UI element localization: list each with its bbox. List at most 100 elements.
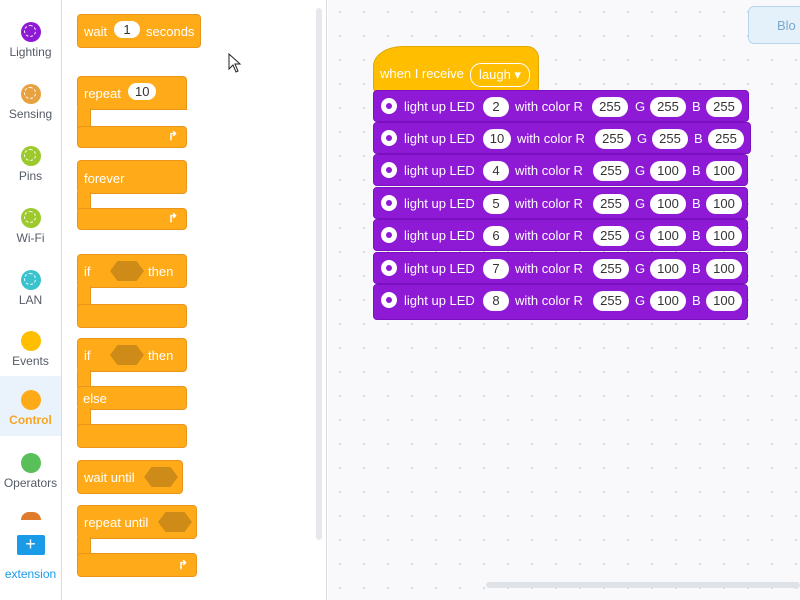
color-b-input[interactable]: 100 bbox=[706, 161, 742, 181]
light-up-led-block[interactable]: light up LED 8 with color R 255 G 100 B … bbox=[373, 284, 748, 320]
color-g-input[interactable]: 100 bbox=[650, 161, 686, 181]
light-up-led-block[interactable]: light up LED 10 with color R 255 G 255 B… bbox=[373, 122, 751, 154]
block-footer: ↱ bbox=[77, 208, 187, 230]
if-then-else-block[interactable]: if then bbox=[77, 338, 187, 372]
block-input[interactable]: 1 bbox=[114, 21, 140, 38]
category-pins[interactable]: Pins bbox=[0, 136, 61, 194]
color-b-input[interactable]: 100 bbox=[706, 291, 742, 311]
block-input[interactable]: 10 bbox=[128, 83, 157, 100]
category-sensing[interactable]: Sensing bbox=[0, 74, 61, 132]
led-number-input[interactable]: 10 bbox=[483, 129, 511, 149]
color-g-input[interactable]: 100 bbox=[650, 291, 686, 311]
category-lighting[interactable]: Lighting bbox=[0, 12, 61, 70]
color-g-input[interactable]: 255 bbox=[650, 97, 686, 117]
control-icon bbox=[20, 390, 41, 410]
color-b-input[interactable]: 255 bbox=[708, 129, 744, 149]
led-number-input[interactable]: 8 bbox=[483, 291, 509, 311]
category-lan[interactable]: LAN bbox=[0, 260, 61, 318]
color-r-input[interactable]: 255 bbox=[593, 226, 629, 246]
block-label: light up LED bbox=[404, 228, 475, 243]
wait-seconds-block[interactable]: wait 1 seconds bbox=[77, 14, 201, 48]
light-up-led-block[interactable]: light up LED 7 with color R 255 G 100 B … bbox=[373, 252, 748, 284]
plus-icon: + bbox=[16, 535, 45, 555]
workspace-scrollbar[interactable] bbox=[486, 582, 800, 588]
forever-block[interactable]: forever bbox=[77, 160, 187, 194]
color-r-input[interactable]: 255 bbox=[593, 291, 629, 311]
led-number-input[interactable]: 5 bbox=[483, 194, 509, 214]
loop-arrow-icon: ↱ bbox=[168, 211, 179, 225]
message-dropdown[interactable]: laugh ▾ bbox=[470, 63, 530, 87]
color-b-input[interactable]: 100 bbox=[706, 194, 742, 214]
block-footer bbox=[77, 424, 187, 448]
else-section: else bbox=[77, 386, 187, 410]
color-b-input[interactable]: 100 bbox=[706, 259, 742, 279]
block-label: seconds bbox=[146, 24, 195, 39]
operators-icon bbox=[20, 453, 41, 473]
color-g-input[interactable]: 100 bbox=[650, 259, 686, 279]
category-label: Operators bbox=[3, 476, 58, 490]
light-up-led-block[interactable]: light up LED 4 with color R 255 G 100 B … bbox=[373, 154, 748, 186]
color-r-input[interactable]: 255 bbox=[593, 194, 629, 214]
color-g-input[interactable]: 100 bbox=[650, 194, 686, 214]
events-icon bbox=[20, 331, 41, 351]
if-then-block[interactable]: if then bbox=[77, 254, 187, 288]
color-b-input[interactable]: 255 bbox=[706, 97, 742, 117]
block-label: if bbox=[84, 264, 91, 279]
category-control[interactable]: Control bbox=[0, 376, 61, 436]
repeat-block[interactable]: repeat 10 bbox=[77, 76, 187, 110]
wifi-icon bbox=[20, 208, 41, 228]
block-label: repeat bbox=[84, 86, 121, 101]
block-label: then bbox=[148, 264, 174, 279]
block-footer: ↱ bbox=[77, 126, 187, 148]
condition-slot[interactable] bbox=[110, 261, 144, 281]
light-up-led-block[interactable]: light up LED 2 with color R 255 G 255 B … bbox=[373, 90, 749, 122]
category-events[interactable]: Events bbox=[0, 321, 61, 379]
loop-arrow-icon: ↱ bbox=[168, 129, 179, 143]
wait-until-block[interactable]: wait until bbox=[77, 460, 183, 494]
palette-scrollbar[interactable] bbox=[316, 8, 322, 540]
when-i-receive-block[interactable]: when I receive laugh ▾ bbox=[373, 46, 539, 92]
lighting-icon bbox=[381, 292, 397, 308]
condition-slot[interactable] bbox=[110, 345, 144, 365]
light-up-led-block[interactable]: light up LED 5 with color R 255 G 100 B … bbox=[373, 187, 748, 219]
color-r-input[interactable]: 255 bbox=[592, 97, 628, 117]
lighting-icon bbox=[381, 260, 397, 276]
condition-slot[interactable] bbox=[144, 467, 178, 487]
led-number-input[interactable]: 6 bbox=[483, 226, 509, 246]
color-g-input[interactable]: 255 bbox=[652, 129, 688, 149]
lighting-icon bbox=[381, 130, 397, 146]
led-number-input[interactable]: 2 bbox=[483, 97, 509, 117]
block-label: when I receive bbox=[380, 66, 464, 81]
category-sidebar: Lighting Sensing Pins Wi-Fi LAN Events C… bbox=[0, 0, 62, 600]
repeat-until-block[interactable]: repeat until bbox=[77, 505, 197, 539]
blocks-tab[interactable]: Blo bbox=[748, 6, 800, 44]
color-r-input[interactable]: 255 bbox=[593, 259, 629, 279]
color-r-input[interactable]: 255 bbox=[593, 161, 629, 181]
block-label: with color R bbox=[515, 228, 583, 243]
block-label: G bbox=[635, 261, 646, 276]
block-label: G bbox=[635, 99, 646, 114]
extension-button[interactable]: + extension bbox=[0, 528, 61, 588]
block-label: then bbox=[148, 348, 174, 363]
block-label: light up LED bbox=[404, 293, 475, 308]
block-footer: ↱ bbox=[77, 553, 197, 577]
color-r-input[interactable]: 255 bbox=[595, 129, 631, 149]
block-footer bbox=[77, 304, 187, 328]
category-wifi[interactable]: Wi-Fi bbox=[0, 198, 61, 256]
led-number-input[interactable]: 4 bbox=[483, 161, 509, 181]
condition-slot[interactable] bbox=[158, 512, 192, 532]
block-label: B bbox=[692, 261, 701, 276]
block-label: else bbox=[83, 391, 107, 406]
block-label: G bbox=[635, 228, 646, 243]
color-b-input[interactable]: 100 bbox=[706, 226, 742, 246]
light-up-led-block[interactable]: light up LED 6 with color R 255 G 100 B … bbox=[373, 219, 748, 251]
block-label: light up LED bbox=[404, 99, 475, 114]
led-number-input[interactable]: 7 bbox=[483, 259, 509, 279]
block-label: wait bbox=[84, 24, 108, 39]
color-g-input[interactable]: 100 bbox=[650, 226, 686, 246]
category-label: Control bbox=[9, 413, 52, 427]
block-label: light up LED bbox=[404, 261, 475, 276]
category-label: Sensing bbox=[8, 107, 53, 121]
loop-arrow-icon: ↱ bbox=[178, 558, 189, 572]
category-operators[interactable]: Operators bbox=[0, 443, 61, 501]
